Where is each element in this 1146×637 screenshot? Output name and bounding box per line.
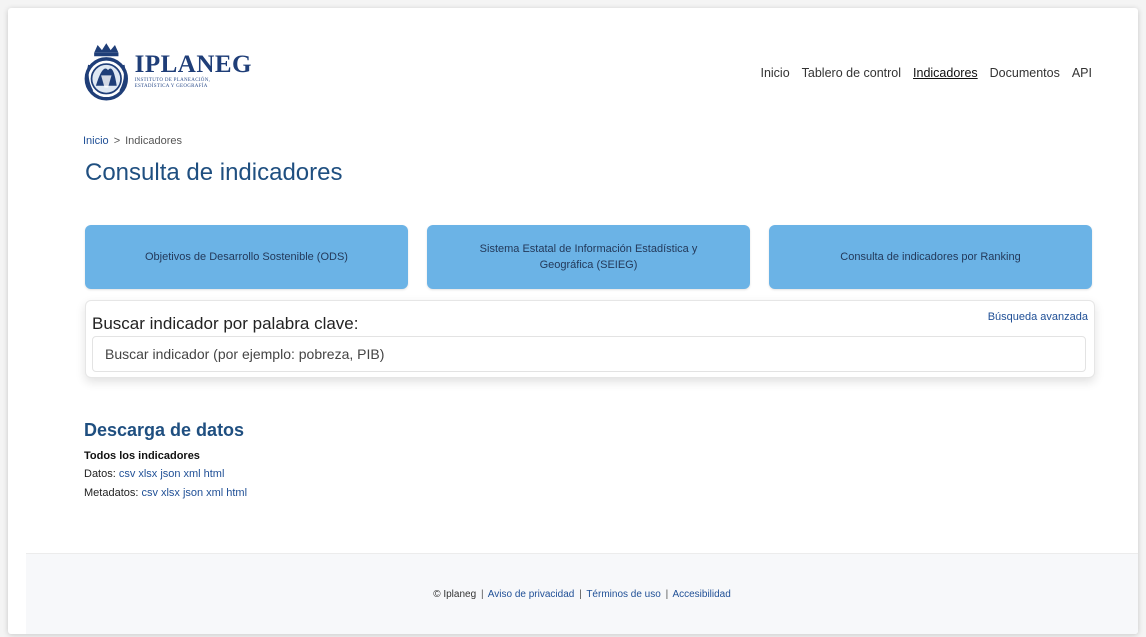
download-title: Descarga de datos [84,420,245,440]
metadata-label: Metadatos: [84,487,139,499]
brand: IPLANEG INSTITUTO DE PLANEACIÓN, ESTADÍS… [135,52,252,90]
breadcrumb-home-link[interactable]: Inicio [83,135,109,147]
search-panel: Buscar indicador por palabra clave: Búsq… [85,300,1095,378]
nav-api[interactable]: API [1072,66,1092,80]
nav-indicadores[interactable]: Indicadores [913,66,978,80]
page-title: Consulta de indicadores [85,159,343,186]
card-seieg[interactable]: Sistema Estatal de Información Estadísti… [427,225,750,289]
metadata-xml-link[interactable]: xml [206,487,223,499]
metadata-download-row: Metadatos: csv xlsx json xml html [84,487,250,499]
card-ods[interactable]: Objetivos de Desarrollo Sostenible (ODS) [85,225,408,289]
search-input[interactable] [92,336,1086,372]
data-download-row: Datos: csv xlsx json xml html [84,468,227,480]
download-subtitle: Todos los indicadores [84,450,200,462]
brand-name: IPLANEG [134,51,252,78]
data-json-link[interactable]: json [160,468,180,480]
main-nav: Inicio Tablero de control Indicadores Do… [760,66,1092,80]
footer-line: © Iplaneg | Aviso de privacidad | Términ… [26,589,1138,600]
iplaneg-emblem-icon [84,43,128,101]
footer-separator: | [665,589,669,600]
data-html-link[interactable]: html [204,468,225,480]
page: IPLANEG INSTITUTO DE PLANEACIÓN, ESTADÍS… [8,8,1138,634]
data-csv-link[interactable]: csv [119,468,136,480]
data-xml-link[interactable]: xml [184,468,201,480]
breadcrumb: Inicio > Indicadores [83,135,182,147]
brand-subtitle-line-2: ESTADÍSTICA Y GEOGRAFÍA [134,84,208,89]
footer: © Iplaneg | Aviso de privacidad | Términ… [26,553,1138,634]
metadata-json-link[interactable]: json [183,487,203,499]
footer-copyright: © Iplaneg [433,589,477,600]
breadcrumb-current: Indicadores [125,135,182,147]
data-label: Datos: [84,468,116,480]
metadata-html-link[interactable]: html [226,487,247,499]
privacy-link[interactable]: Aviso de privacidad [488,589,575,600]
card-ranking[interactable]: Consulta de indicadores por Ranking [769,225,1092,289]
search-label: Buscar indicador por palabra clave: [92,314,359,333]
category-cards: Objetivos de Desarrollo Sostenible (ODS)… [85,225,1092,289]
footer-separator: | [579,589,582,600]
data-xlsx-link[interactable]: xlsx [138,468,157,480]
nav-inicio[interactable]: Inicio [760,66,789,80]
nav-documentos[interactable]: Documentos [990,66,1060,80]
nav-tablero-de-control[interactable]: Tablero de control [802,66,901,80]
terms-link[interactable]: Términos de uso [586,589,660,600]
logo[interactable]: IPLANEG INSTITUTO DE PLANEACIÓN, ESTADÍS… [82,35,252,107]
metadata-xlsx-link[interactable]: xlsx [161,487,180,499]
metadata-csv-link[interactable]: csv [141,487,158,499]
breadcrumb-separator: > [113,135,121,147]
footer-separator: | [480,589,484,600]
advanced-search-link[interactable]: Búsqueda avanzada [988,311,1088,323]
accessibility-link[interactable]: Accesibilidad [672,589,730,600]
